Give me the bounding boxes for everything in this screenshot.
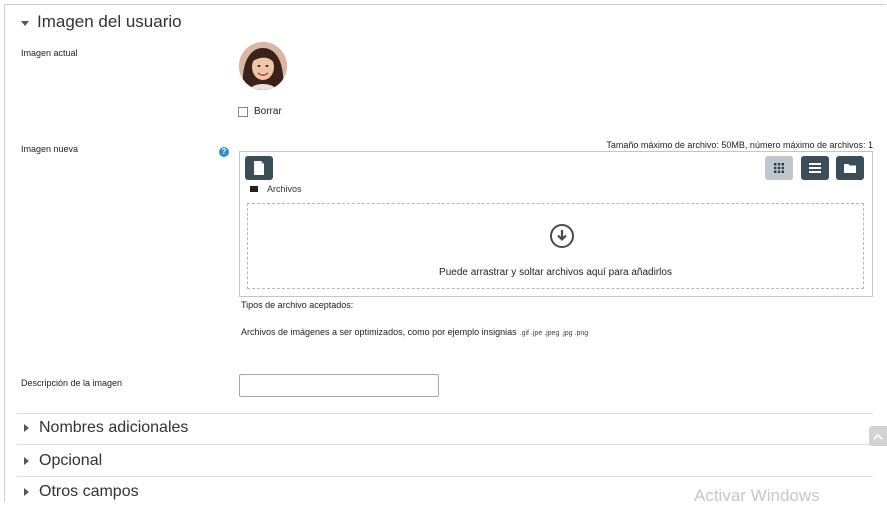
add-file-button[interactable]	[245, 156, 273, 180]
delete-checkbox[interactable]	[238, 106, 248, 117]
accepted-types-desc: Archivos de imágenes a ser optimizados, …	[241, 327, 517, 337]
divider	[17, 413, 873, 414]
scroll-to-top-button[interactable]	[869, 426, 887, 446]
accepted-types-line: Archivos de imágenes a ser optimizados, …	[241, 327, 588, 337]
caret-right-icon	[24, 488, 29, 496]
section-title: Otros campos	[39, 483, 139, 500]
delete-image-option[interactable]: Borrar	[238, 106, 282, 117]
divider	[17, 476, 873, 477]
delete-label: Borrar	[254, 106, 282, 117]
folder-icon	[250, 186, 258, 192]
file-limits: Tamaño máximo de archivo: 50MB, número m…	[606, 140, 873, 150]
section-title: Nombres adicionales	[39, 419, 189, 436]
download-icon	[550, 224, 574, 248]
windows-activation-watermark: Activar Windows	[694, 486, 820, 505]
accepted-types-title: Tipos de archivo aceptados:	[241, 300, 354, 310]
folder-icon	[844, 164, 856, 173]
breadcrumb[interactable]: Archivos	[250, 184, 302, 194]
path-label: Archivos	[267, 184, 302, 194]
current-image-label: Imagen actual	[21, 48, 78, 58]
caret-down-icon	[21, 20, 29, 26]
avatar	[239, 42, 287, 90]
file-icon	[254, 161, 264, 175]
section-toggle-other-fields[interactable]: Otros campos	[24, 483, 139, 501]
grid-icon	[774, 163, 784, 173]
section-toggle-user-image[interactable]: Imagen del usuario	[21, 12, 182, 32]
section-title: Opcional	[39, 452, 103, 469]
accepted-types-ext: .gif .jpe .jpeg .jpg .png	[519, 330, 589, 337]
view-list-button[interactable]	[801, 156, 829, 180]
new-image-label: Imagen nueva	[21, 144, 79, 154]
description-input[interactable]	[239, 374, 439, 397]
help-icon[interactable]: ?	[219, 147, 229, 157]
view-icons-button[interactable]	[765, 156, 793, 180]
section-toggle-optional[interactable]: Opcional	[24, 452, 102, 470]
description-label: Descripción de la imagen	[21, 378, 123, 388]
view-tree-button[interactable]	[836, 156, 864, 180]
file-manager: Archivos Puede arrastrar y soltar archiv…	[239, 151, 873, 297]
drop-zone[interactable]: Puede arrastrar y soltar archivos aquí p…	[247, 203, 864, 289]
chevron-up-icon	[873, 433, 883, 440]
caret-right-icon	[24, 457, 29, 465]
divider	[17, 444, 873, 445]
caret-right-icon	[24, 424, 29, 432]
list-icon	[809, 163, 821, 173]
section-title: Imagen del usuario	[37, 12, 182, 31]
drop-zone-text: Puede arrastrar y soltar archivos aquí p…	[439, 267, 672, 278]
section-toggle-additional-names[interactable]: Nombres adicionales	[24, 419, 188, 437]
